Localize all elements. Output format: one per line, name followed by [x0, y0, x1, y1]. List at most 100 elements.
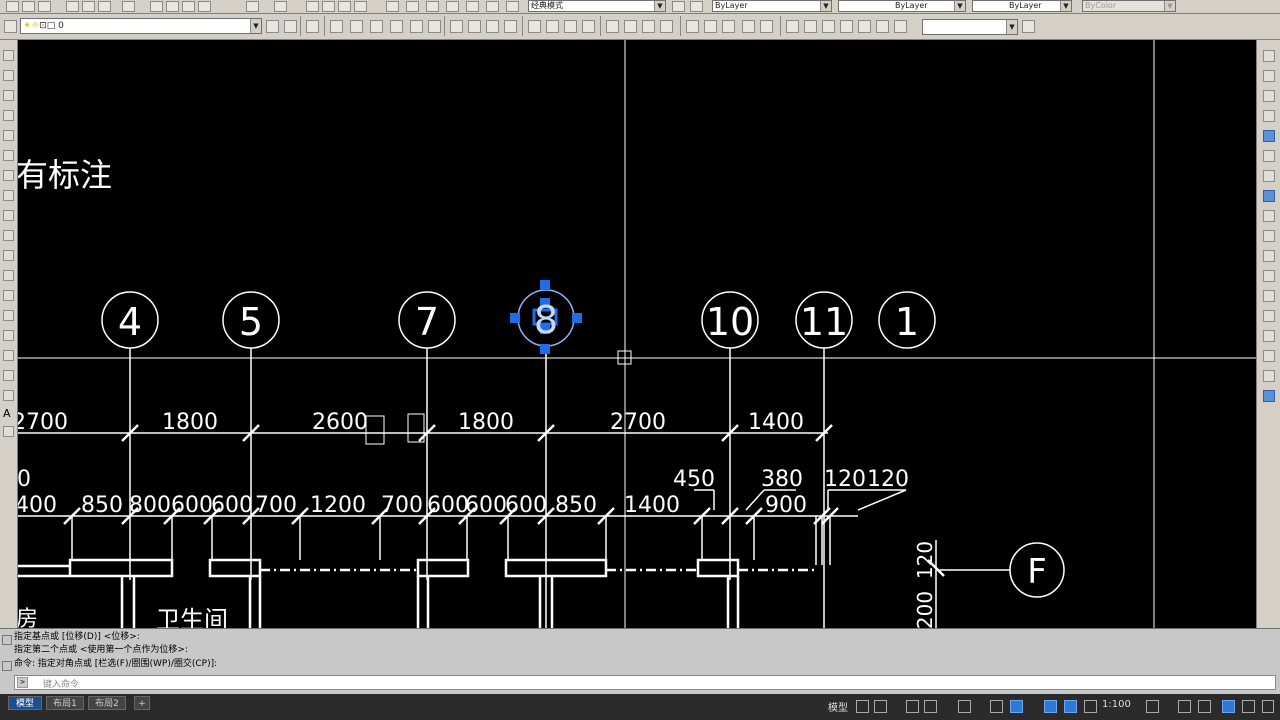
command-prompt-icon[interactable]: > [17, 677, 28, 688]
angular-dimension-icon[interactable] [660, 20, 673, 33]
move-icon[interactable] [1263, 150, 1275, 162]
paste-icon[interactable] [166, 1, 179, 12]
annotation-scale-value[interactable]: 1:100 [1102, 699, 1131, 710]
break-icon[interactable] [1263, 290, 1275, 302]
insert-block-icon[interactable] [3, 270, 14, 281]
inspection-icon[interactable] [822, 20, 835, 33]
layer-tool-1-icon[interactable] [330, 20, 343, 33]
layer-tool-4-icon[interactable] [390, 20, 403, 33]
layer-manager-icon[interactable] [4, 20, 17, 33]
array-icon[interactable] [1263, 130, 1275, 142]
markup-icon[interactable] [466, 1, 479, 12]
print-icon[interactable] [66, 1, 79, 12]
tolerance-icon[interactable] [786, 20, 799, 33]
arc-length-icon[interactable] [564, 20, 577, 33]
copy-icon[interactable] [150, 1, 163, 12]
scale-icon[interactable] [1263, 190, 1275, 202]
grid-icon[interactable] [856, 700, 869, 713]
arc-icon[interactable] [3, 150, 14, 161]
diameter-dimension-icon[interactable] [642, 20, 655, 33]
linear-dimension-icon[interactable] [528, 20, 541, 33]
blend-curves-icon[interactable] [1263, 370, 1275, 382]
layer-isolate-icon[interactable] [306, 20, 319, 33]
help-icon[interactable] [506, 1, 519, 12]
ellipse-icon[interactable] [3, 230, 14, 241]
circle-icon[interactable] [3, 170, 14, 181]
center-mark-icon[interactable] [804, 20, 817, 33]
tab-layout1[interactable]: 布局1 [46, 696, 84, 710]
table-icon[interactable] [3, 390, 14, 401]
gradient-icon[interactable] [3, 350, 14, 361]
dimension-edit-icon[interactable] [858, 20, 871, 33]
match-properties-icon[interactable] [182, 1, 195, 12]
layer-tool-3-icon[interactable] [370, 20, 383, 33]
workspace-select[interactable]: 经典模式 ▼ [528, 0, 666, 12]
layer-states-icon[interactable] [690, 1, 703, 12]
join-icon[interactable] [1263, 310, 1275, 322]
calculator-icon[interactable] [486, 1, 499, 12]
dimension-style-select[interactable]: ▼ [922, 19, 1018, 35]
layer-previous-icon[interactable] [284, 20, 297, 33]
customization-icon[interactable] [1262, 700, 1274, 713]
layer-tool-6-icon[interactable] [428, 20, 441, 33]
hatch-icon[interactable] [3, 330, 14, 341]
ortho-icon[interactable] [906, 700, 919, 713]
offset-icon[interactable] [1263, 110, 1275, 122]
extend-icon[interactable] [1263, 250, 1275, 262]
trim-icon[interactable] [1263, 230, 1275, 242]
model-space-toggle[interactable]: 模型 [828, 699, 848, 714]
plotstyle-select[interactable]: ByColor ▼ [1082, 0, 1176, 12]
dimension-text-edit-icon[interactable] [876, 20, 889, 33]
publish-icon[interactable] [98, 1, 111, 12]
isodraft-icon[interactable] [958, 700, 971, 713]
revision-cloud-icon[interactable] [3, 190, 14, 201]
workspace-switch-icon[interactable] [1146, 700, 1159, 713]
ordinate-dimension-icon[interactable] [582, 20, 595, 33]
properties-icon[interactable] [386, 1, 399, 12]
stretch-icon[interactable] [1263, 210, 1275, 222]
multiline-text-icon[interactable]: A [3, 408, 14, 419]
add-layout-button[interactable]: + [134, 696, 150, 710]
sheet-set-icon[interactable] [446, 1, 459, 12]
dimension-break-icon[interactable] [760, 20, 773, 33]
jogged-dimension-icon[interactable] [624, 20, 637, 33]
polyline-icon[interactable] [3, 90, 14, 101]
lineweight-select[interactable]: ByLayer ▼ [972, 0, 1072, 12]
layer-tool-8-icon[interactable] [468, 20, 481, 33]
layer-tool-7-icon[interactable] [450, 20, 463, 33]
save-icon[interactable] [38, 1, 51, 12]
rectangle-icon[interactable] [3, 130, 14, 141]
dimension-update-icon[interactable] [894, 20, 907, 33]
clean-screen-icon[interactable] [1242, 700, 1255, 713]
cut-icon[interactable] [122, 1, 135, 12]
layer-tool-10-icon[interactable] [504, 20, 517, 33]
settings-icon[interactable] [2, 661, 12, 671]
line-icon[interactable] [3, 50, 14, 61]
break-at-point-icon[interactable] [1263, 270, 1275, 282]
hardware-acceleration-icon[interactable] [1222, 700, 1235, 713]
open-icon[interactable] [22, 1, 35, 12]
rotate-icon[interactable] [1263, 170, 1275, 182]
dimension-space-icon[interactable] [742, 20, 755, 33]
redo-icon[interactable] [274, 1, 287, 12]
block-editor-icon[interactable] [198, 1, 211, 12]
baseline-dimension-icon[interactable] [704, 20, 717, 33]
make-block-icon[interactable] [3, 290, 14, 301]
fillet-icon[interactable] [1263, 350, 1275, 362]
mirror-icon[interactable] [1263, 90, 1275, 102]
tab-layout2[interactable]: 布局2 [88, 696, 126, 710]
object-snap-tracking-icon[interactable] [990, 700, 1003, 713]
layer-tool-9-icon[interactable] [486, 20, 499, 33]
dimension-style-icon[interactable] [1022, 20, 1035, 33]
preview-icon[interactable] [82, 1, 95, 12]
layer-tool-5-icon[interactable] [410, 20, 423, 33]
add-selected-icon[interactable] [3, 426, 14, 437]
zoom-previous-icon[interactable] [354, 1, 367, 12]
explode-icon[interactable] [1263, 390, 1275, 402]
construction-line-icon[interactable] [3, 70, 14, 81]
undo-icon[interactable] [246, 1, 259, 12]
zoom-realtime-icon[interactable] [322, 1, 335, 12]
quick-dimension-icon[interactable] [686, 20, 699, 33]
command-input[interactable]: > 键入命令 [14, 675, 1276, 690]
region-icon[interactable] [3, 370, 14, 381]
